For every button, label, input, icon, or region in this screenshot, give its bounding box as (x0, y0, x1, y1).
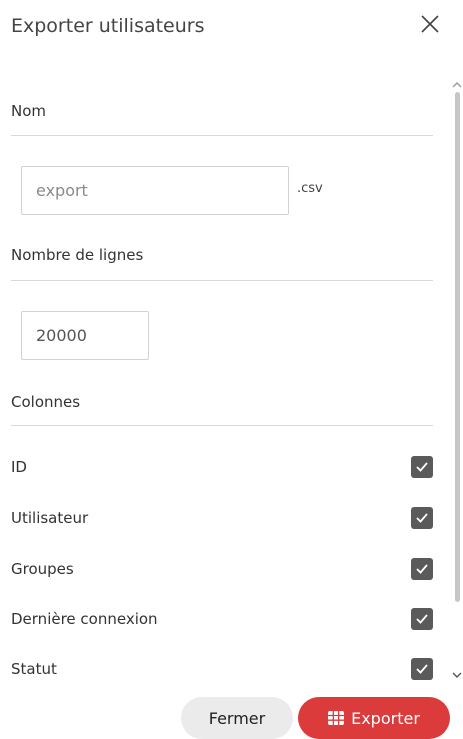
checkmark-icon (416, 664, 428, 674)
file-extension-label: .csv (297, 181, 323, 196)
column-row-id: ID (0, 454, 450, 482)
column-label: Groupes (11, 560, 74, 578)
divider (11, 425, 433, 426)
column-id-checkbox[interactable] (411, 456, 433, 478)
rows-section-label: Nombre de lignes (11, 246, 144, 264)
dialog-title: Exporter utilisateurs (11, 15, 205, 37)
column-row-utilisateur: Utilisateur (0, 505, 450, 533)
scroll-down-icon[interactable] (451, 666, 463, 678)
close-button-label: Fermer (208, 708, 266, 728)
column-utilisateur-checkbox[interactable] (411, 507, 433, 529)
scrollbar-thumb[interactable] (455, 92, 460, 602)
table-grid-icon (328, 711, 345, 725)
name-section-label: Nom (11, 102, 47, 120)
column-statut-checkbox[interactable] (411, 658, 433, 680)
column-label: Dernière connexion (11, 610, 158, 628)
export-button-label: Exporter (351, 708, 420, 728)
export-button[interactable]: Exporter (298, 697, 450, 739)
divider (11, 135, 433, 136)
divider (11, 280, 433, 281)
close-icon[interactable] (418, 12, 442, 36)
column-label: Utilisateur (11, 509, 89, 527)
column-row-groupes: Groupes (0, 556, 450, 584)
column-derniere-connexion-checkbox[interactable] (411, 608, 433, 630)
column-label: Statut (11, 660, 57, 678)
checkmark-icon (416, 564, 428, 574)
checkmark-icon (416, 614, 428, 624)
scroll-up-icon[interactable] (451, 76, 463, 88)
filename-input[interactable] (21, 166, 289, 215)
columns-section-label: Colonnes (11, 393, 81, 411)
column-label: ID (11, 458, 27, 476)
checkmark-icon (416, 513, 428, 523)
row-count-input[interactable] (21, 311, 149, 360)
checkmark-icon (416, 462, 428, 472)
close-button[interactable]: Fermer (181, 697, 293, 739)
column-row-derniere-connexion: Dernière connexion (0, 606, 450, 634)
column-groupes-checkbox[interactable] (411, 558, 433, 580)
column-row-statut: Statut (0, 656, 450, 684)
